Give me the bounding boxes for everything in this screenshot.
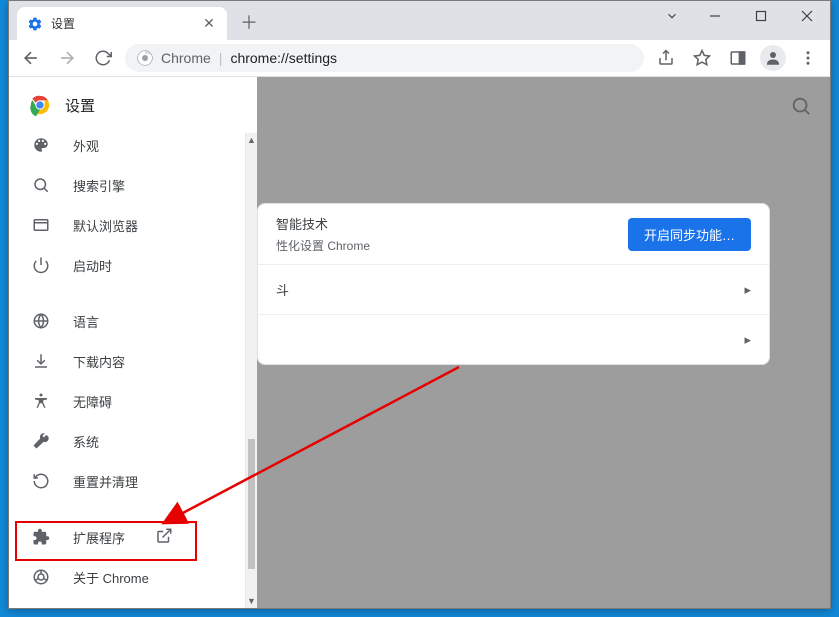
chevron-right-icon: ▸ [744, 282, 751, 298]
minimize-button[interactable] [692, 1, 738, 31]
maximize-button[interactable] [738, 1, 784, 31]
back-button[interactable] [17, 44, 45, 72]
close-tab-button[interactable]: ✕ [201, 16, 217, 32]
sidebar-title: 设置 [65, 95, 95, 116]
settings-row-3[interactable]: ▸ [258, 314, 769, 364]
sidebar-item-reset[interactable]: 重置并清理 [9, 461, 249, 501]
tab-strip: 设置 ✕ ＋ [9, 1, 830, 40]
settings-sidebar: 设置 外观 搜索引擎 默认浏览器 [9, 77, 257, 608]
sidebar-item-appearance[interactable]: 外观 [9, 133, 249, 165]
forward-button[interactable] [53, 44, 81, 72]
settings-main: 智能技术 性化设置 Chrome 开启同步功能… 斗 ▸ ▸ [257, 77, 830, 608]
sidebar-item-label: 重置并清理 [73, 472, 138, 491]
wrench-icon [31, 431, 51, 451]
sidebar-item-label: 无障碍 [73, 392, 112, 411]
chrome-page-icon [137, 50, 153, 66]
chevron-right-icon: ▸ [744, 332, 751, 348]
sidebar-item-label: 语言 [73, 312, 99, 331]
sidebar-item-downloads[interactable]: 下载内容 [9, 341, 249, 381]
search-icon [31, 175, 51, 195]
sidebar-item-search-engine[interactable]: 搜索引擎 [9, 165, 249, 205]
extension-icon [31, 527, 51, 547]
kebab-menu-icon[interactable] [794, 44, 822, 72]
scrollbar-thumb[interactable] [248, 439, 255, 569]
address-bar[interactable]: Chrome | chrome://settings [125, 44, 644, 72]
palette-icon [31, 135, 51, 155]
sidebar-scrollbar[interactable]: ▲ ▼ [245, 133, 257, 608]
chrome-outline-icon [31, 567, 51, 587]
sidebar-item-label: 扩展程序 [73, 528, 125, 547]
tab-title: 设置 [51, 15, 201, 32]
globe-icon [31, 311, 51, 331]
url-divider: | [219, 50, 223, 66]
restore-icon [31, 471, 51, 491]
sidebar-item-extensions[interactable]: 扩展程序 [9, 517, 249, 557]
turn-on-sync-button[interactable]: 开启同步功能… [628, 218, 751, 251]
sidebar-item-label: 外观 [73, 136, 99, 155]
close-window-button[interactable] [784, 1, 830, 31]
sidebar-item-languages[interactable]: 语言 [9, 301, 249, 341]
sidebar-item-default-browser[interactable]: 默认浏览器 [9, 205, 249, 245]
window-controls [652, 1, 830, 31]
settings-card: 智能技术 性化设置 Chrome 开启同步功能… 斗 ▸ ▸ [257, 203, 770, 365]
sidebar-header: 设置 [9, 77, 257, 133]
url-scheme: Chrome [161, 50, 211, 66]
sidebar-item-label: 搜索引擎 [73, 176, 125, 195]
sync-row-subtitle: 性化设置 Chrome [276, 237, 370, 254]
row-label: 斗 [276, 280, 289, 299]
content-area: 设置 外观 搜索引擎 默认浏览器 [9, 77, 830, 608]
accessibility-icon [31, 391, 51, 411]
chrome-logo-icon [29, 94, 51, 116]
browser-window: 设置 ✕ ＋ [8, 0, 831, 609]
power-icon [31, 255, 51, 275]
sidebar-item-label: 启动时 [73, 256, 112, 275]
browser-icon [31, 215, 51, 235]
tab-settings[interactable]: 设置 ✕ [17, 7, 227, 40]
reload-button[interactable] [89, 44, 117, 72]
sync-row-title: 智能技术 [276, 214, 370, 233]
sidebar-item-label: 系统 [73, 432, 99, 451]
sidebar-item-label: 默认浏览器 [73, 216, 138, 235]
gear-icon [27, 16, 43, 32]
new-tab-button[interactable]: ＋ [235, 8, 263, 36]
side-panel-icon[interactable] [724, 44, 752, 72]
sidebar-item-about-chrome[interactable]: 关于 Chrome [9, 557, 249, 597]
toolbar: Chrome | chrome://settings [9, 40, 830, 77]
scroll-up-arrow[interactable]: ▲ [246, 133, 257, 147]
sidebar-item-system[interactable]: 系统 [9, 421, 249, 461]
url-path: chrome://settings [230, 50, 337, 66]
open-in-new-icon [155, 527, 173, 548]
download-icon [31, 351, 51, 371]
sidebar-item-on-startup[interactable]: 启动时 [9, 245, 249, 285]
settings-row-2[interactable]: 斗 ▸ [258, 264, 769, 314]
bookmark-star-icon[interactable] [688, 44, 716, 72]
sync-row[interactable]: 智能技术 性化设置 Chrome 开启同步功能… [258, 204, 769, 264]
scroll-down-arrow[interactable]: ▼ [246, 594, 257, 608]
settings-search-button[interactable] [790, 95, 812, 122]
share-icon[interactable] [652, 44, 680, 72]
profile-avatar[interactable] [760, 45, 786, 71]
sidebar-item-accessibility[interactable]: 无障碍 [9, 381, 249, 421]
sidebar-item-label: 下载内容 [73, 352, 125, 371]
sidebar-scroll: 外观 搜索引擎 默认浏览器 启动时 [9, 133, 257, 608]
chevron-down-icon[interactable] [652, 1, 692, 31]
sidebar-item-label: 关于 Chrome [73, 568, 149, 587]
